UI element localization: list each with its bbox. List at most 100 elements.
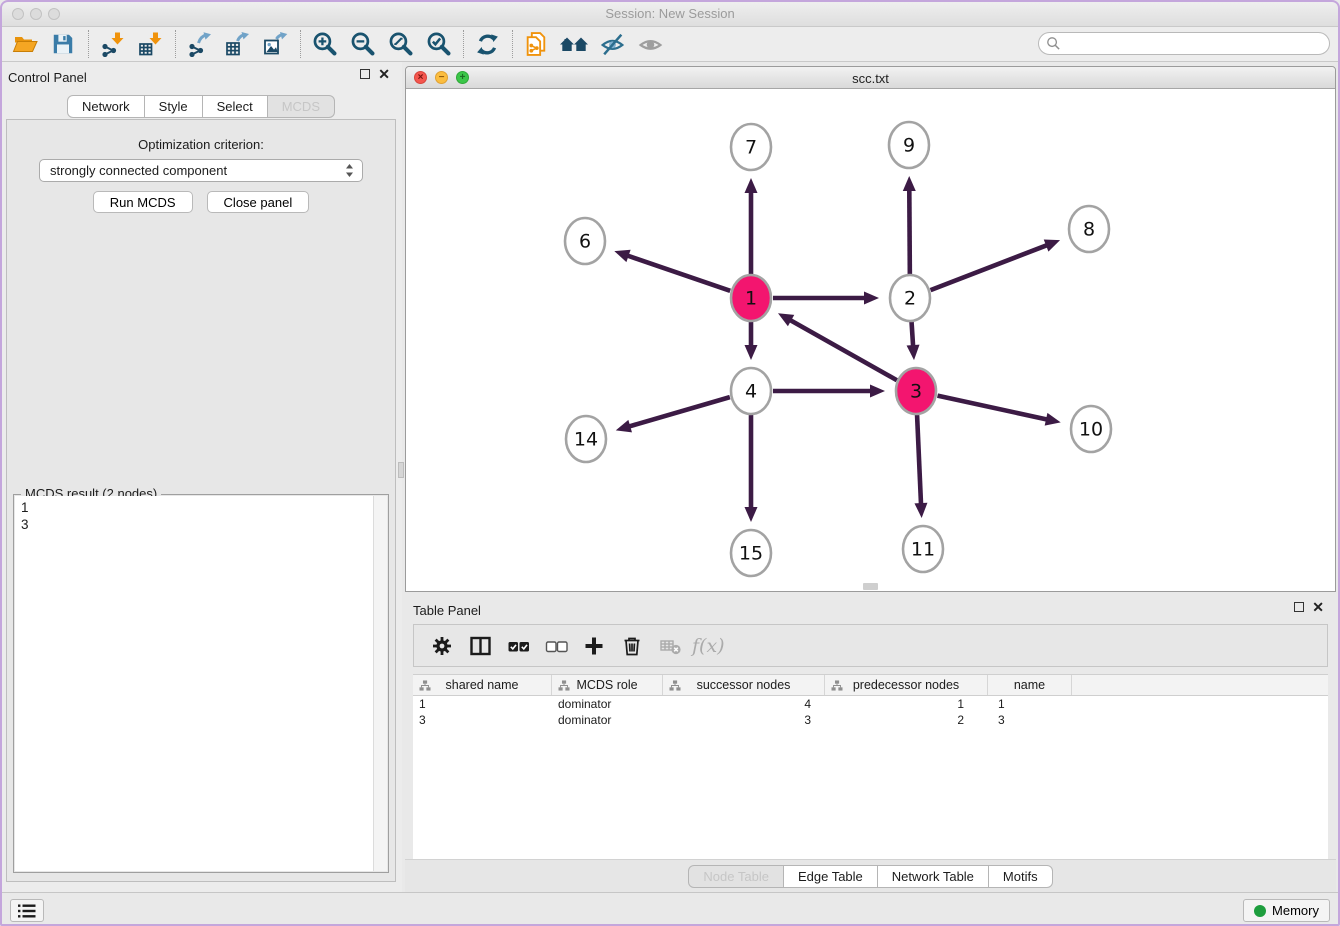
table-panel-title: Table Panel [413, 603, 481, 618]
float-panel-icon[interactable] [360, 69, 370, 79]
close-panel-button[interactable]: Close panel [207, 191, 310, 213]
graph-edge-3-1[interactable] [778, 313, 897, 380]
graph-node-15[interactable]: 15 [731, 530, 771, 576]
export-table-button[interactable] [222, 29, 252, 59]
run-mcds-button[interactable]: Run MCDS [93, 191, 193, 213]
mcds-result-list[interactable]: 1 3 [15, 496, 373, 871]
select-all-button[interactable] [502, 630, 534, 662]
column-header-shared-name[interactable]: shared name [413, 675, 552, 695]
graph-node-6[interactable]: 6 [565, 218, 605, 264]
cell-predecessor-nodes[interactable]: 1 [825, 696, 988, 712]
cell-mcds-role[interactable]: dominator [552, 712, 663, 728]
tab-style[interactable]: Style [145, 95, 203, 118]
columns-icon [469, 635, 492, 657]
tab-select[interactable]: Select [203, 95, 268, 118]
graph-edge-4-3[interactable] [773, 385, 885, 398]
tab-edge-table[interactable]: Edge Table [784, 865, 878, 888]
cell-predecessor-nodes[interactable]: 2 [825, 712, 988, 728]
memory-status-icon [1254, 905, 1266, 917]
refresh-layout-button[interactable] [472, 29, 502, 59]
column-header-predecessor-nodes[interactable]: predecessor nodes [825, 675, 988, 695]
graph-node-label: 4 [745, 381, 757, 403]
graph-edge-3-11[interactable] [914, 413, 927, 518]
graph-edge-1-6[interactable] [614, 250, 730, 291]
tab-mcds[interactable]: MCDS [268, 95, 335, 118]
graph-node-11[interactable]: 11 [903, 526, 943, 572]
open-session-button[interactable] [10, 29, 40, 59]
toolbar-separator [88, 30, 89, 58]
graph-node-7[interactable]: 7 [731, 124, 771, 170]
graph-node-9[interactable]: 9 [889, 122, 929, 168]
cell-shared-name[interactable]: 3 [413, 712, 552, 728]
import-table-button[interactable] [135, 29, 165, 59]
deselect-all-button[interactable] [540, 630, 572, 662]
table-settings-button[interactable] [426, 630, 458, 662]
clone-network-button[interactable] [521, 29, 551, 59]
search-input[interactable] [1061, 33, 1329, 54]
zoom-in-button[interactable] [309, 29, 339, 59]
zoom-out-button[interactable] [347, 29, 377, 59]
result-scrollbar-track[interactable] [373, 496, 387, 871]
graph-edge-1-4[interactable] [745, 320, 758, 360]
graph-node-label: 6 [579, 231, 591, 253]
table-header-row: shared name MCDS role successor nodes pr… [413, 675, 1328, 696]
graph-edge-1-7[interactable] [745, 178, 758, 276]
cell-successor-nodes[interactable]: 3 [663, 712, 825, 728]
import-network-button[interactable] [97, 29, 127, 59]
cell-mcds-role[interactable]: dominator [552, 696, 663, 712]
graph-edge-2-8[interactable] [931, 239, 1061, 290]
column-header-mcds-role[interactable]: MCDS role [552, 675, 663, 695]
export-image-button[interactable] [260, 29, 290, 59]
graph-node-10[interactable]: 10 [1071, 406, 1111, 452]
task-history-button[interactable] [10, 899, 44, 922]
graph-node-14[interactable]: 14 [566, 416, 606, 462]
show-hidden-button[interactable] [635, 29, 665, 59]
column-header-successor-nodes[interactable]: successor nodes [663, 675, 825, 695]
graph-edge-1-2[interactable] [773, 292, 879, 305]
close-panel-icon[interactable]: ✕ [378, 69, 390, 79]
graph-edge-2-3[interactable] [907, 320, 920, 360]
hide-selected-button[interactable] [597, 29, 627, 59]
cell-successor-nodes[interactable]: 4 [663, 696, 825, 712]
graph-edge-4-14[interactable] [616, 397, 730, 432]
graph-node-label: 10 [1079, 419, 1103, 441]
column-header-name[interactable]: name [988, 675, 1072, 695]
column-visibility-button[interactable] [464, 630, 496, 662]
zoom-fit-button[interactable] [385, 29, 415, 59]
graph-node-8[interactable]: 8 [1069, 206, 1109, 252]
graph-node-1[interactable]: 1 [731, 275, 771, 321]
network-window-titlebar[interactable]: × − + scc.txt [406, 67, 1335, 89]
delete-rows-button[interactable] [616, 630, 648, 662]
graph-edge-3-10[interactable] [937, 396, 1060, 426]
graph-node-3[interactable]: 3 [896, 368, 936, 414]
tab-network[interactable]: Network [67, 95, 145, 118]
graph-node-4[interactable]: 4 [731, 368, 771, 414]
graph-edge-4-15[interactable] [745, 413, 758, 522]
tab-motifs[interactable]: Motifs [989, 865, 1053, 888]
add-column-button[interactable] [578, 630, 610, 662]
apply-function-button[interactable]: f(x) [692, 630, 725, 662]
cell-name[interactable]: 1 [988, 696, 1072, 712]
first-neighbors-button[interactable] [559, 29, 589, 59]
optimization-criterion-select[interactable]: strongly connected component [39, 159, 363, 182]
toolbar-separator [463, 30, 464, 58]
import-table-icon [137, 31, 163, 57]
tab-node-table[interactable]: Node Table [688, 865, 784, 888]
network-resize-grip[interactable] [863, 583, 878, 590]
float-table-panel-icon[interactable] [1294, 602, 1304, 612]
panel-splitter-handle[interactable] [398, 462, 404, 478]
close-table-panel-icon[interactable]: ✕ [1312, 602, 1324, 612]
network-canvas[interactable]: 7 9 6 8 1 2 4 3 14 10 15 11 [406, 89, 1335, 591]
save-session-button[interactable] [48, 29, 78, 59]
cell-name[interactable]: 3 [988, 712, 1072, 728]
tab-network-table[interactable]: Network Table [878, 865, 989, 888]
graph-edge-2-9[interactable] [903, 176, 916, 276]
export-network-button[interactable] [184, 29, 214, 59]
graph-node-2[interactable]: 2 [890, 275, 930, 321]
cell-shared-name[interactable]: 1 [413, 696, 552, 712]
save-floppy-icon [51, 32, 75, 56]
memory-button[interactable]: Memory [1243, 899, 1330, 922]
toolbar-separator [512, 30, 513, 58]
zoom-selected-button[interactable] [423, 29, 453, 59]
delete-column-button[interactable] [654, 630, 686, 662]
